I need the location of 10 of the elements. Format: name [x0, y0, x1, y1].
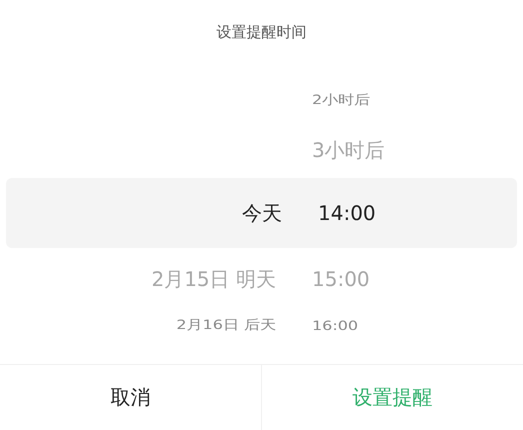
date-option[interactable]: 2月15日 明天: [151, 266, 276, 292]
time-option[interactable]: 3小时后: [312, 136, 385, 164]
time-option[interactable]: 2小时后: [312, 92, 370, 108]
time-option[interactable]: 14:00: [318, 201, 376, 225]
date-option[interactable]: 今天: [242, 200, 282, 226]
dialog-title: 设置提醒时间: [216, 22, 308, 42]
date-option[interactable]: 2月16日 后天: [176, 316, 276, 334]
selected-row[interactable]: 今天 14:00: [6, 178, 517, 248]
time-option[interactable]: 16:00: [312, 317, 358, 333]
time-option[interactable]: 15:00: [312, 267, 370, 291]
